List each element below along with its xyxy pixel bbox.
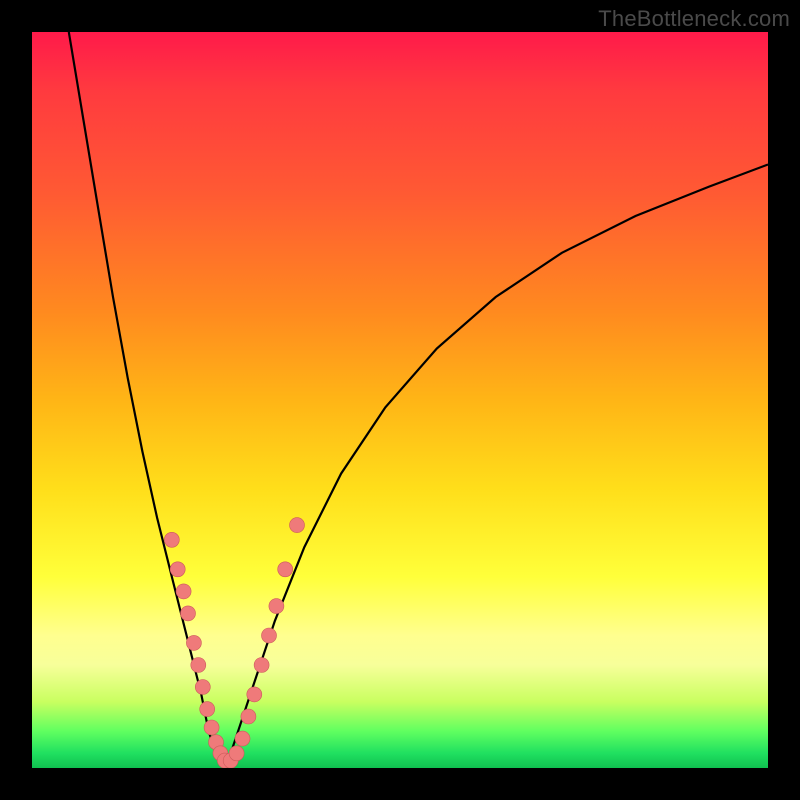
curve-group xyxy=(69,32,768,768)
dot-group xyxy=(164,518,304,768)
scatter-dot xyxy=(170,562,185,577)
scatter-dot xyxy=(186,635,201,650)
scatter-dot xyxy=(269,599,284,614)
scatter-dot xyxy=(290,518,305,533)
scatter-dot xyxy=(247,687,262,702)
scatter-dot xyxy=(181,606,196,621)
scatter-dot xyxy=(278,562,293,577)
scatter-dot xyxy=(235,731,250,746)
watermark-text: TheBottleneck.com xyxy=(598,6,790,32)
scatter-dot xyxy=(204,720,219,735)
scatter-dot xyxy=(254,658,269,673)
scatter-dot xyxy=(164,532,179,547)
scatter-dot xyxy=(241,709,256,724)
curve-right-branch xyxy=(223,165,768,769)
chart-frame: TheBottleneck.com xyxy=(0,0,800,800)
scatter-dot xyxy=(262,628,277,643)
scatter-dot xyxy=(176,584,191,599)
scatter-dot xyxy=(191,658,206,673)
scatter-dot xyxy=(229,746,244,761)
plot-area xyxy=(32,32,768,768)
chart-svg xyxy=(32,32,768,768)
scatter-dot xyxy=(200,702,215,717)
scatter-dot xyxy=(195,680,210,695)
